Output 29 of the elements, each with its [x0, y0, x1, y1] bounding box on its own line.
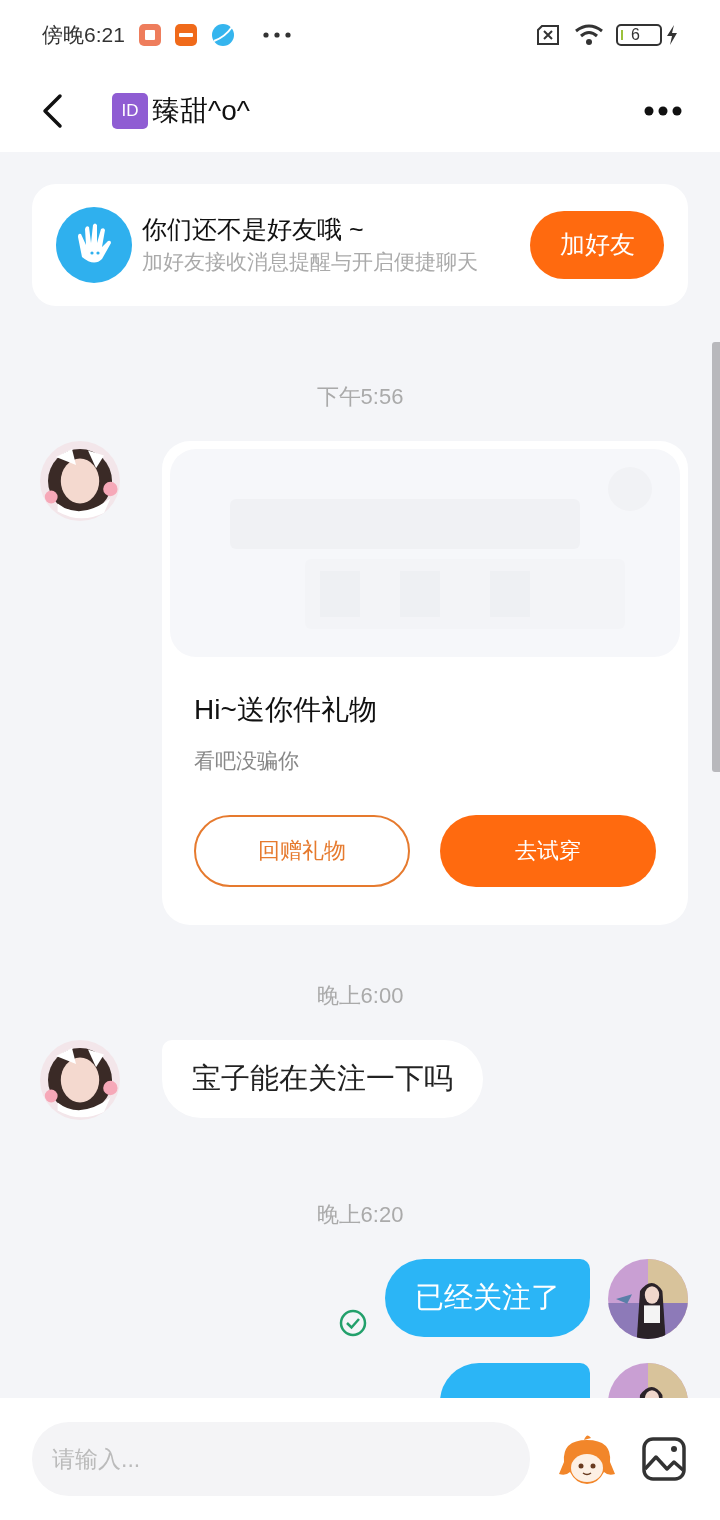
message-time: 下午5:56: [316, 383, 404, 411]
app-icon: [174, 24, 197, 46]
return-gift-button[interactable]: 回赠礼物: [194, 814, 410, 887]
message-bubble: 已经关注了: [385, 1258, 590, 1337]
app-icon: [138, 24, 161, 46]
more-icon[interactable]: [644, 106, 682, 116]
banner-title: 你们还不是好友哦 ~: [142, 214, 365, 245]
no-sim-icon: [536, 25, 560, 45]
mascot-icon[interactable]: [558, 1432, 616, 1486]
app-icon: [210, 23, 235, 47]
wifi-icon: [574, 24, 604, 46]
hand-icon: [56, 207, 132, 283]
message-input[interactable]: 请输入...: [32, 1422, 530, 1496]
message-time: 晚上6:00: [316, 981, 404, 1010]
add-friend-button[interactable]: 加好友: [530, 211, 664, 279]
battery-level: 6: [631, 27, 640, 43]
try-on-button[interactable]: 去试穿: [440, 814, 656, 887]
status-time: 傍晚6:21: [42, 22, 125, 49]
message-time: 晚上6:20: [316, 1200, 404, 1229]
banner-subtitle: 加好友接收消息提醒与开启便捷聊天: [142, 249, 479, 275]
gift-message: 看吧没骗你: [194, 748, 300, 774]
message-bubble: 宝子能在关注一下吗: [162, 1039, 483, 1118]
id-badge: ID: [112, 93, 148, 129]
gift-title: Hi~送你件礼物: [194, 693, 378, 727]
back-icon[interactable]: [40, 93, 64, 129]
more-icon: [262, 32, 291, 38]
chat-title: 臻甜^o^: [152, 94, 250, 128]
image-icon[interactable]: [642, 1437, 686, 1481]
charging-icon: [666, 25, 678, 45]
